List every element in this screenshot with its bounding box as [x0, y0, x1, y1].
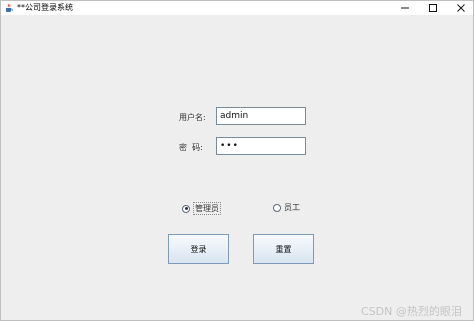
maximize-button[interactable]	[419, 1, 447, 15]
watermark-text: CSDN @热烈的眼泪	[361, 305, 462, 318]
maximize-icon	[429, 4, 437, 12]
minimize-icon	[401, 7, 409, 9]
radio-admin-indicator[interactable]	[182, 204, 190, 213]
username-label: 用户名:	[179, 113, 206, 122]
radio-admin[interactable]: 管理员	[182, 202, 221, 215]
close-icon	[457, 4, 465, 12]
radio-admin-label: 管理员	[193, 202, 221, 215]
username-input[interactable]: admin	[216, 107, 306, 125]
password-input[interactable]: •••	[216, 137, 306, 155]
minimize-button[interactable]	[391, 1, 419, 15]
password-label: 密 码:	[179, 143, 203, 152]
login-window: **公司登录系统 用户名: admin 密 码: ••• 管理员 员工 登录 重	[0, 0, 474, 321]
radio-employee-indicator[interactable]	[273, 203, 281, 212]
close-button[interactable]	[447, 1, 474, 15]
java-cup-icon	[4, 3, 14, 13]
radio-employee[interactable]: 员工	[273, 202, 300, 213]
title-bar[interactable]: **公司登录系统	[1, 1, 473, 15]
reset-button[interactable]: 重置	[253, 234, 314, 264]
login-button[interactable]: 登录	[168, 234, 229, 264]
radio-employee-label: 员工	[284, 203, 300, 212]
window-title: **公司登录系统	[17, 3, 73, 12]
